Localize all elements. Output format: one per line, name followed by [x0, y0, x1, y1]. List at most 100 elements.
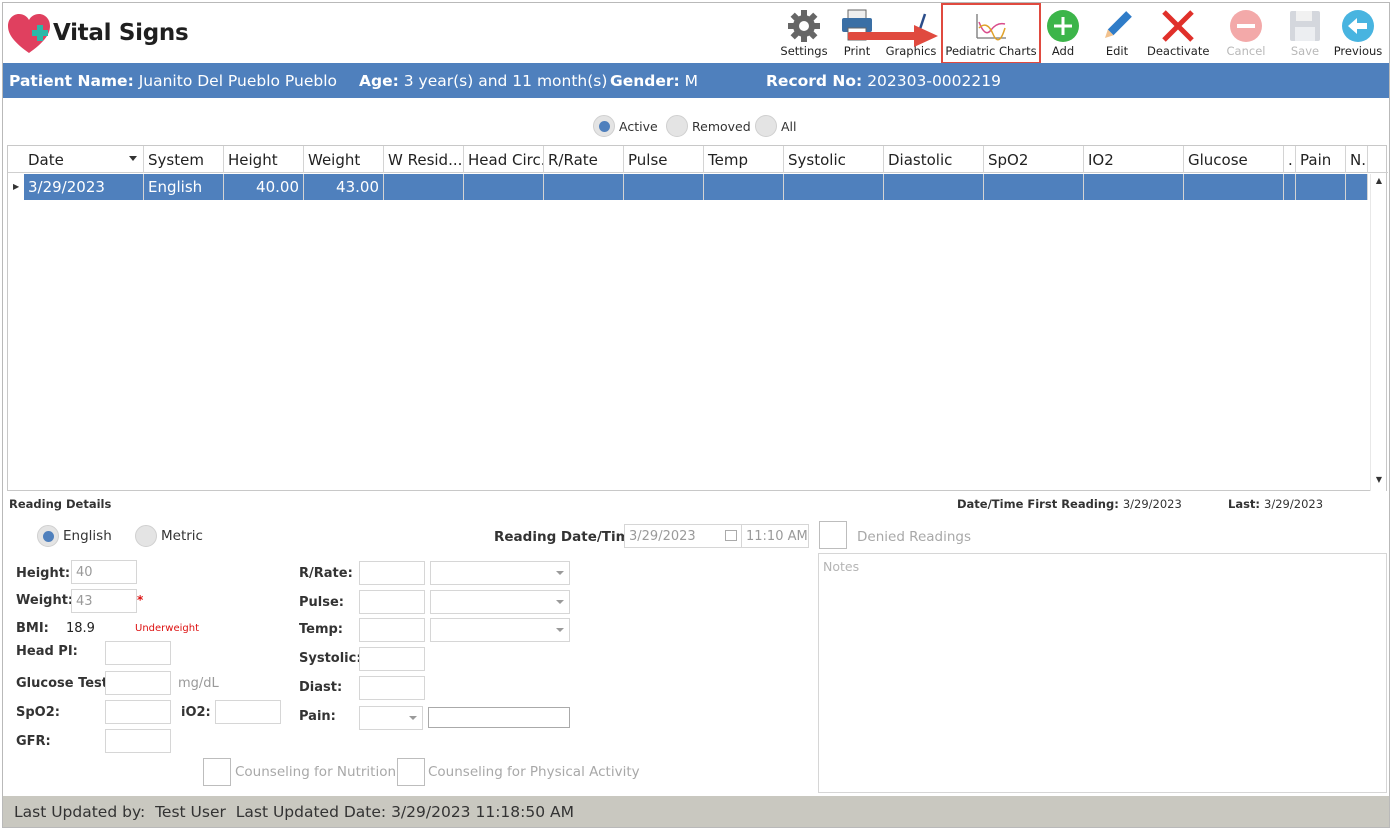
cell-systolic[interactable]: [784, 174, 884, 200]
cell-r-rate[interactable]: [544, 174, 624, 200]
app-logo-icon: [8, 14, 50, 53]
grid-scrollbar[interactable]: ▲ ▼: [1370, 174, 1386, 491]
column-header-pain[interactable]: Pain: [1296, 146, 1346, 173]
notes-textarea[interactable]: Notes: [818, 553, 1387, 793]
denied-readings-label: Denied Readings: [857, 529, 972, 545]
temp-input[interactable]: [359, 618, 425, 642]
radio-english[interactable]: [37, 525, 59, 547]
app-title: Vital Signs: [53, 20, 189, 46]
scroll-up-icon[interactable]: ▲: [1371, 176, 1387, 190]
deactivate-button[interactable]: Deactivate: [1147, 6, 1209, 62]
patient-bar: Patient Name: Juanito Del Pueblo Pueblo …: [3, 63, 1389, 98]
edit-button[interactable]: Edit: [1097, 6, 1137, 62]
column-header-weight[interactable]: Weight: [304, 146, 384, 173]
status-bar: Last Updated by: Test User Last Updated …: [3, 796, 1389, 827]
diast-input[interactable]: [359, 676, 425, 700]
patient-age: Age: 3 year(s) and 11 month(s): [359, 72, 608, 90]
weight-input[interactable]: 43: [71, 589, 137, 613]
pain-dropdown[interactable]: [359, 706, 423, 730]
cell-height[interactable]: 40.00: [224, 174, 304, 200]
reading-time-input[interactable]: 11:10 AM: [741, 524, 809, 548]
system-metric[interactable]: Metric: [135, 525, 203, 547]
denied-readings-checkbox[interactable]: [819, 521, 847, 549]
column-header-dot[interactable]: .: [1284, 146, 1296, 173]
column-header-head-circ[interactable]: Head Circ.: [464, 146, 544, 173]
table-row[interactable]: 3/29/2023 English 40.00 43.00: [8, 174, 1370, 200]
previous-button[interactable]: Previous: [1333, 6, 1383, 62]
temp-dropdown[interactable]: [430, 618, 570, 642]
cell-pulse[interactable]: [624, 174, 704, 200]
radio-removed[interactable]: [666, 115, 688, 137]
settings-button[interactable]: Settings: [779, 6, 829, 62]
column-header-diastolic[interactable]: Diastolic: [884, 146, 984, 173]
chevron-down-icon: [409, 716, 417, 720]
radio-metric[interactable]: [135, 525, 157, 547]
scroll-down-icon[interactable]: ▼: [1371, 475, 1387, 489]
radio-all[interactable]: [755, 115, 777, 137]
header: Vital Signs Settings Print Graphics Pedi…: [3, 3, 1389, 64]
height-label: Height:: [16, 566, 71, 581]
column-header-spo2[interactable]: SpO2: [984, 146, 1084, 173]
rrate-input[interactable]: [359, 561, 425, 585]
save-button[interactable]: Save: [1287, 6, 1323, 62]
vitals-grid: Date System Height Weight W Resid... Head Cir…: [7, 145, 1388, 491]
bmi-status: Underweight: [135, 623, 199, 634]
io2-input[interactable]: [215, 700, 281, 724]
sort-desc-icon[interactable]: [129, 156, 137, 161]
column-header-date[interactable]: Date: [24, 146, 144, 173]
pulse-dropdown[interactable]: [430, 590, 570, 614]
cell-system[interactable]: English: [144, 174, 224, 200]
column-header-system[interactable]: System: [144, 146, 224, 173]
column-header-temp[interactable]: Temp: [704, 146, 784, 173]
cell-temp[interactable]: [704, 174, 784, 200]
counseling-activity-checkbox[interactable]: [397, 758, 425, 786]
column-header-glucose[interactable]: Glucose: [1184, 146, 1284, 173]
cell-io2[interactable]: [1084, 174, 1184, 200]
systolic-input[interactable]: [359, 647, 425, 671]
column-header-notes[interactable]: N.: [1346, 146, 1368, 173]
cell-w-residual[interactable]: [384, 174, 464, 200]
cell-diastolic[interactable]: [884, 174, 984, 200]
column-header-w-residual[interactable]: W Resid...: [384, 146, 464, 173]
reading-details-title: Reading Details: [9, 497, 112, 511]
column-header-io2[interactable]: IO2: [1084, 146, 1184, 173]
patient-name: Patient Name: Juanito Del Pueblo Pueblo: [9, 72, 337, 90]
cell-date[interactable]: 3/29/2023: [24, 174, 144, 200]
plus-circle-icon: [1043, 6, 1083, 44]
pain-label: Pain:: [299, 709, 336, 724]
cell-weight[interactable]: 43.00: [304, 174, 384, 200]
cell-glucose[interactable]: [1184, 174, 1284, 200]
pulse-input[interactable]: [359, 590, 425, 614]
gfr-label: GFR:: [16, 734, 51, 749]
reading-date-input[interactable]: 3/29/2023: [624, 524, 742, 548]
column-header-height[interactable]: Height: [224, 146, 304, 173]
column-header-pulse[interactable]: Pulse: [624, 146, 704, 173]
first-reading: Date/Time First Reading: 3/29/2023: [957, 497, 1182, 511]
filter-removed[interactable]: Removed: [666, 115, 751, 137]
cell-head-circ[interactable]: [464, 174, 544, 200]
patient-record-number: Record No: 202303-0002219: [766, 72, 1001, 90]
headpi-input[interactable]: [105, 641, 171, 665]
cell-pain[interactable]: [1296, 174, 1346, 200]
spo2-input[interactable]: [105, 700, 171, 724]
cell-dot[interactable]: [1284, 174, 1296, 200]
x-mark-icon: [1147, 6, 1209, 44]
height-input[interactable]: 40: [71, 560, 137, 584]
column-header-r-rate[interactable]: R/Rate: [544, 146, 624, 173]
calendar-icon[interactable]: [725, 530, 737, 541]
cancel-button[interactable]: Cancel: [1225, 6, 1267, 62]
system-english[interactable]: English: [37, 525, 112, 547]
counseling-nutrition-checkbox[interactable]: [203, 758, 231, 786]
weight-label: Weight:: [16, 593, 74, 608]
radio-active[interactable]: [593, 115, 615, 137]
cell-notes[interactable]: [1346, 174, 1368, 200]
column-header-systolic[interactable]: Systolic: [784, 146, 884, 173]
pain-note-input[interactable]: [428, 707, 570, 728]
glucose-input[interactable]: [105, 671, 171, 695]
cell-spo2[interactable]: [984, 174, 1084, 200]
filter-active[interactable]: Active: [593, 115, 658, 137]
filter-all[interactable]: All: [755, 115, 797, 137]
gfr-input[interactable]: [105, 729, 171, 753]
add-button[interactable]: Add: [1043, 6, 1083, 62]
rrate-dropdown[interactable]: [430, 561, 570, 585]
